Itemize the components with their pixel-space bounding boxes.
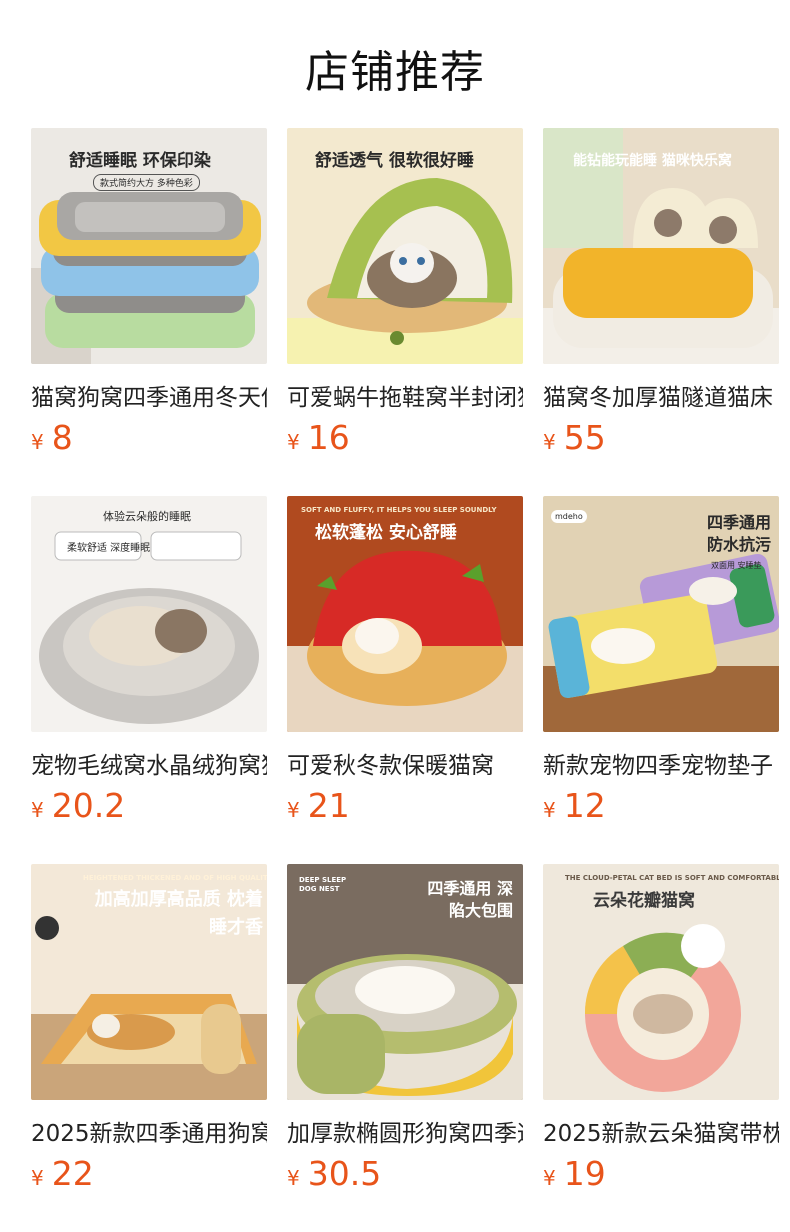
price-value: 20.2	[51, 786, 126, 825]
currency-symbol: ¥	[31, 1166, 44, 1190]
image-caption: 四季通用 防水抗污	[706, 513, 771, 554]
image-subcaption: SOFT AND FLUFFY, IT HELPS YOU SLEEP SOUN…	[301, 506, 497, 514]
product-price: ¥20.2	[31, 786, 125, 825]
product-image[interactable]: 体验云朵般的睡眠 柔软舒适 深度睡眠	[31, 496, 267, 732]
product-price: ¥8	[31, 418, 73, 457]
product-card[interactable]: HEIGHTENED THICKENED AND OF HIGH QUALITY…	[31, 864, 267, 1232]
price-value: 21	[307, 786, 350, 825]
product-card[interactable]: 体验云朵般的睡眠 柔软舒适 深度睡眠 宠物毛绒窝水晶绒狗窝猫窝 ¥20.2	[31, 496, 267, 864]
image-caption: 加高加厚高品质 枕着睡才香	[94, 889, 263, 938]
product-price: ¥19	[543, 1154, 606, 1193]
brand-logo: mdeho	[551, 510, 587, 523]
currency-symbol: ¥	[543, 430, 556, 454]
product-name[interactable]: 宠物毛绒窝水晶绒狗窝猫窝	[31, 746, 267, 780]
product-image[interactable]: 能钻能玩能睡 猫咪快乐窝	[543, 128, 779, 364]
price-value: 16	[307, 418, 350, 457]
product-name[interactable]: 2025新款四季通用狗窝	[31, 1114, 267, 1148]
plush-round-bed-illustration	[31, 496, 267, 732]
product-name[interactable]: 可爱蜗牛拖鞋窝半封闭猫窝	[287, 378, 523, 412]
product-image[interactable]: SOFT AND FLUFFY, IT HELPS YOU SLEEP SOUN…	[287, 496, 523, 732]
product-image[interactable]: DEEP SLEEP DOG NEST 四季通用 深陷大包围	[287, 864, 523, 1100]
product-price: ¥12	[543, 786, 606, 825]
page-title: 店铺推荐	[305, 47, 485, 98]
image-subcaption: 款式简约大方 多种色彩	[93, 174, 200, 191]
product-name[interactable]: 2025新款云朵猫窝带枕头	[543, 1114, 779, 1148]
product-card[interactable]: DEEP SLEEP DOG NEST 四季通用 深陷大包围 加厚款椭圆形狗窝四…	[287, 864, 523, 1232]
product-name[interactable]: 猫窝冬加厚猫隧道猫床	[543, 378, 779, 412]
currency-symbol: ¥	[287, 1166, 300, 1190]
image-caption: 舒适睡眠 环保印染	[69, 151, 211, 171]
image-caption: 能钻能玩能睡 猫咪快乐窝	[573, 153, 732, 169]
image-caption: 四季通用 深陷大包围	[427, 879, 513, 920]
currency-symbol: ¥	[543, 1166, 556, 1190]
product-price: ¥16	[287, 418, 350, 457]
image-subcaption: HEIGHTENED THICKENED AND OF HIGH QUALITY	[83, 874, 267, 882]
product-price: ¥55	[543, 418, 606, 457]
store-recommendations-page: 店铺推荐 舒适睡眠 环保印染 款式简约大方 多种色彩 猫窝狗窝四季通用冬天 ¥ …	[0, 0, 790, 1232]
currency-symbol: ¥	[31, 798, 44, 822]
product-card[interactable]: mdeho 四季通用 防水抗污 双面用 安睡垫 新款宠物四季宠物垫子 ¥12	[543, 496, 779, 864]
image-caption: 体验云朵般的睡眠	[103, 510, 191, 523]
product-price: ¥22	[31, 1154, 94, 1193]
product-card[interactable]: SOFT AND FLUFFY, IT HELPS YOU SLEEP SOUN…	[287, 496, 523, 864]
product-grid: 舒适睡眠 环保印染 款式简约大方 多种色彩 猫窝狗窝四季通用冬天保暖宠物窝 ¥8	[31, 128, 790, 1232]
product-image[interactable]: mdeho 四季通用 防水抗污 双面用 安睡垫	[543, 496, 779, 732]
product-image[interactable]: THE CLOUD-PETAL CAT BED IS SOFT AND COMF…	[543, 864, 779, 1100]
product-name[interactable]: 新款宠物四季宠物垫子	[543, 746, 779, 780]
product-image[interactable]: 舒适透气 很软很好睡	[287, 128, 523, 364]
product-image[interactable]: HEIGHTENED THICKENED AND OF HIGH QUALITY…	[31, 864, 267, 1100]
currency-symbol: ¥	[543, 798, 556, 822]
currency-symbol: ¥	[287, 798, 300, 822]
price-value: 55	[563, 418, 606, 457]
currency-symbol: ¥	[31, 430, 44, 454]
image-caption: 舒适透气 很软很好睡	[315, 151, 474, 171]
image-caption: 云朵花瓣猫窝	[593, 891, 695, 911]
product-price: ¥30.5	[287, 1154, 381, 1193]
product-card[interactable]: 舒适睡眠 环保印染 款式简约大方 多种色彩 猫窝狗窝四季通用冬天保暖宠物窝 ¥8	[31, 128, 267, 496]
product-card[interactable]: 舒适透气 很软很好睡 可爱蜗牛拖鞋窝半封闭猫窝 ¥16	[287, 128, 523, 496]
image-subcaption: THE CLOUD-PETAL CAT BED IS SOFT AND COMF…	[565, 874, 779, 882]
price-value: 19	[563, 1154, 606, 1193]
product-card[interactable]: 能钻能玩能睡 猫咪快乐窝 猫窝冬加厚猫隧道猫床 ¥55	[543, 128, 779, 496]
product-name[interactable]: 加厚款椭圆形狗窝四季通用	[287, 1114, 523, 1148]
product-name[interactable]: 猫窝狗窝四季通用冬天保暖宠物窝	[31, 378, 267, 412]
image-subcaption: DEEP SLEEP DOG NEST	[299, 876, 347, 893]
price-value: 12	[563, 786, 606, 825]
image-caption: 松软蓬松 安心舒睡	[315, 523, 457, 543]
price-value: 22	[51, 1154, 94, 1193]
image-subcaption: 双面用 安睡垫	[711, 561, 762, 570]
image-subcaption: 柔软舒适 深度睡眠	[67, 543, 151, 554]
price-value: 30.5	[307, 1154, 382, 1193]
price-value: 8	[51, 418, 73, 457]
product-image[interactable]: 舒适睡眠 环保印染 款式简约大方 多种色彩	[31, 128, 267, 364]
product-name[interactable]: 可爱秋冬款保暖猫窝	[287, 746, 523, 780]
currency-symbol: ¥	[287, 430, 300, 454]
product-price: ¥21	[287, 786, 350, 825]
product-card[interactable]: THE CLOUD-PETAL CAT BED IS SOFT AND COMF…	[543, 864, 779, 1232]
